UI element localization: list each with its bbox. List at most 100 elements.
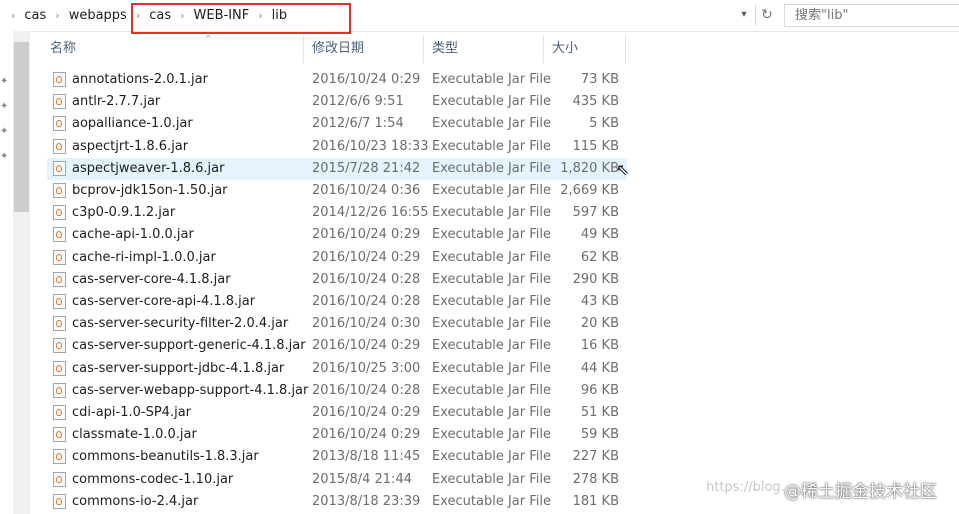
file-name[interactable]: cas-server-core-api-4.1.8.jar — [72, 291, 255, 313]
file-type: Executable Jar File — [432, 160, 551, 176]
file-row[interactable]: commons-io-2.4.jar 2013/8/18 23:39 Executa… — [47, 491, 627, 513]
jar-file-icon — [53, 294, 66, 309]
file-size: 278 KB — [572, 471, 619, 487]
column-header-type[interactable]: 类型 — [432, 31, 458, 67]
file-name[interactable]: bcprov-jdk15on-1.50.jar — [72, 180, 228, 202]
file-type: Executable Jar File — [432, 138, 551, 154]
file-row[interactable]: cas-server-support-jdbc-4.1.8.jar 2016/10… — [47, 358, 627, 380]
file-type: Executable Jar File — [432, 493, 551, 509]
file-row[interactable]: annotations-2.0.1.jar 2016/10/24 0:29 Exec… — [47, 69, 627, 91]
pin-icon[interactable]: ✦ — [0, 151, 12, 163]
column-divider[interactable] — [303, 35, 304, 63]
file-row[interactable]: commons-codec-1.10.jar 2015/8/4 21:44 Exec… — [47, 469, 627, 491]
file-row[interactable]: cache-api-1.0.0.jar 2016/10/24 0:29 Execut… — [47, 224, 627, 246]
file-modified-date: 2016/10/24 0:29 — [312, 249, 421, 265]
refresh-icon[interactable]: ↻ — [755, 4, 778, 26]
file-type: Executable Jar File — [432, 360, 551, 376]
column-divider[interactable] — [625, 35, 626, 63]
pin-icon[interactable]: ✦ — [0, 101, 12, 113]
file-name[interactable]: commons-codec-1.10.jar — [72, 469, 233, 491]
file-size: 290 KB — [572, 271, 619, 287]
file-name[interactable]: c3p0-0.9.1.2.jar — [72, 202, 175, 224]
file-size: 96 KB — [580, 382, 619, 398]
file-size: 20 KB — [580, 316, 619, 332]
file-name[interactable]: cdi-api-1.0-SP4.jar — [72, 402, 191, 424]
column-divider[interactable] — [543, 35, 544, 63]
column-divider[interactable] — [423, 35, 424, 63]
watermark-text: https://blog. — [706, 480, 785, 495]
file-row[interactable]: cache-ri-impl-1.0.0.jar 2016/10/24 0:29 Ex… — [47, 247, 627, 269]
file-name[interactable]: cas-server-core-4.1.8.jar — [72, 269, 231, 291]
file-row[interactable]: cdi-api-1.0-SP4.jar 2016/10/24 0:29 Execut… — [47, 402, 627, 424]
jar-file-icon — [53, 205, 66, 221]
address-bar[interactable]: › cas › webapps › cas › WEB-INF › lib ▾ … — [0, 0, 959, 34]
file-modified-date: 2016/10/24 0:29 — [312, 427, 421, 443]
file-modified-date: 2015/8/4 21:44 — [312, 471, 412, 487]
scrollbar-thumb[interactable] — [14, 42, 29, 212]
file-name[interactable]: cas-server-security-filter-2.0.4.jar — [72, 313, 288, 335]
file-row[interactable]: cas-server-webapp-support-4.1.8.jar 2016/… — [47, 380, 627, 402]
file-row[interactable]: cas-server-support-generic-4.1.8.jar 2016… — [47, 335, 627, 357]
file-size: 59 KB — [580, 427, 619, 443]
pin-icon[interactable]: ✦ — [0, 126, 12, 138]
file-row[interactable]: classmate-1.0.0.jar 2016/10/24 0:29 Execut… — [47, 424, 627, 446]
file-type: Executable Jar File — [432, 471, 551, 487]
file-modified-date: 2015/7/28 21:42 — [312, 160, 421, 176]
file-type: Executable Jar File — [432, 382, 551, 398]
file-size: 43 KB — [580, 294, 619, 309]
file-row[interactable]: cas-server-core-api-4.1.8.jar 2016/10/24 … — [47, 291, 627, 313]
file-name[interactable]: commons-io-2.4.jar — [72, 491, 198, 513]
jar-file-icon — [53, 449, 66, 465]
breadcrumb-item-cas[interactable]: cas — [20, 8, 50, 23]
file-type: Executable Jar File — [432, 449, 551, 465]
search-input[interactable]: 搜索"lib" — [784, 4, 959, 27]
column-header-name[interactable]: 名称 — [50, 31, 76, 67]
jar-file-icon — [53, 338, 66, 354]
file-row[interactable]: aopalliance-1.0.jar 2012/6/7 1:54 Executab… — [47, 113, 627, 135]
file-modified-date: 2016/10/23 18:33 — [312, 138, 429, 154]
file-type: Executable Jar File — [432, 427, 551, 443]
file-size: 1,820 KB — [560, 160, 619, 176]
file-name[interactable]: classmate-1.0.0.jar — [72, 424, 197, 446]
file-row[interactable]: c3p0-0.9.1.2.jar 2014/12/26 16:55 Executab… — [47, 202, 627, 224]
jar-file-icon — [53, 183, 66, 198]
file-name[interactable]: cache-ri-impl-1.0.0.jar — [72, 247, 216, 269]
mouse-cursor-icon: ⇖ — [616, 160, 630, 179]
jar-file-icon — [53, 382, 66, 398]
file-name[interactable]: commons-beanutils-1.8.3.jar — [72, 446, 259, 468]
file-name[interactable]: antlr-2.7.7.jar — [72, 91, 160, 113]
brand-watermark: @稀土掘金技术社区 — [784, 482, 937, 502]
file-modified-date: 2016/10/25 3:00 — [312, 360, 421, 376]
file-type: Executable Jar File — [432, 294, 551, 309]
chevron-right-icon[interactable]: › — [50, 9, 64, 22]
file-row[interactable]: aspectjweaver-1.8.6.jar 2015/7/28 21:42 Ex… — [47, 157, 627, 180]
chevron-right-icon[interactable]: › — [6, 9, 20, 22]
column-header-date[interactable]: 修改日期 — [312, 31, 364, 67]
file-name[interactable]: cas-server-support-generic-4.1.8.jar — [72, 335, 306, 357]
column-header-size[interactable]: 大小 — [552, 31, 578, 67]
file-row[interactable]: cas-server-core-4.1.8.jar 2016/10/24 0:28… — [47, 269, 627, 291]
file-name[interactable]: cache-api-1.0.0.jar — [72, 224, 194, 246]
file-name[interactable]: cas-server-support-jdbc-4.1.8.jar — [72, 358, 284, 380]
file-row[interactable]: cas-server-security-filter-2.0.4.jar 2016… — [47, 313, 627, 335]
file-name[interactable]: annotations-2.0.1.jar — [72, 69, 208, 91]
jar-file-icon — [53, 160, 66, 176]
file-modified-date: 2016/10/24 0:29 — [312, 72, 421, 87]
breadcrumb-item-webapps[interactable]: webapps — [65, 8, 131, 23]
file-size: 227 KB — [572, 449, 619, 465]
pin-icon[interactable]: ✦ — [0, 76, 12, 88]
file-row[interactable]: aspectjrt-1.8.6.jar 2016/10/23 18:33 Execu… — [47, 136, 627, 158]
file-size: 5 KB — [589, 116, 619, 132]
file-row[interactable]: antlr-2.7.7.jar 2012/6/6 9:51 Executable J… — [47, 91, 627, 113]
file-type: Executable Jar File — [432, 116, 551, 132]
file-modified-date: 2016/10/24 0:29 — [312, 227, 421, 243]
dropdown-arrow-icon[interactable]: ▾ — [737, 7, 751, 23]
file-name[interactable]: aopalliance-1.0.jar — [72, 113, 193, 135]
file-modified-date: 2012/6/6 9:51 — [312, 94, 404, 110]
file-name[interactable]: aspectjweaver-1.8.6.jar — [72, 158, 224, 180]
file-type: Executable Jar File — [432, 183, 551, 198]
file-row[interactable]: commons-beanutils-1.8.3.jar 2013/8/18 11:… — [47, 446, 627, 468]
file-name[interactable]: cas-server-webapp-support-4.1.8.jar — [72, 380, 308, 402]
file-name[interactable]: aspectjrt-1.8.6.jar — [72, 136, 188, 158]
file-row[interactable]: bcprov-jdk15on-1.50.jar 2016/10/24 0:36 Ex… — [47, 180, 627, 202]
